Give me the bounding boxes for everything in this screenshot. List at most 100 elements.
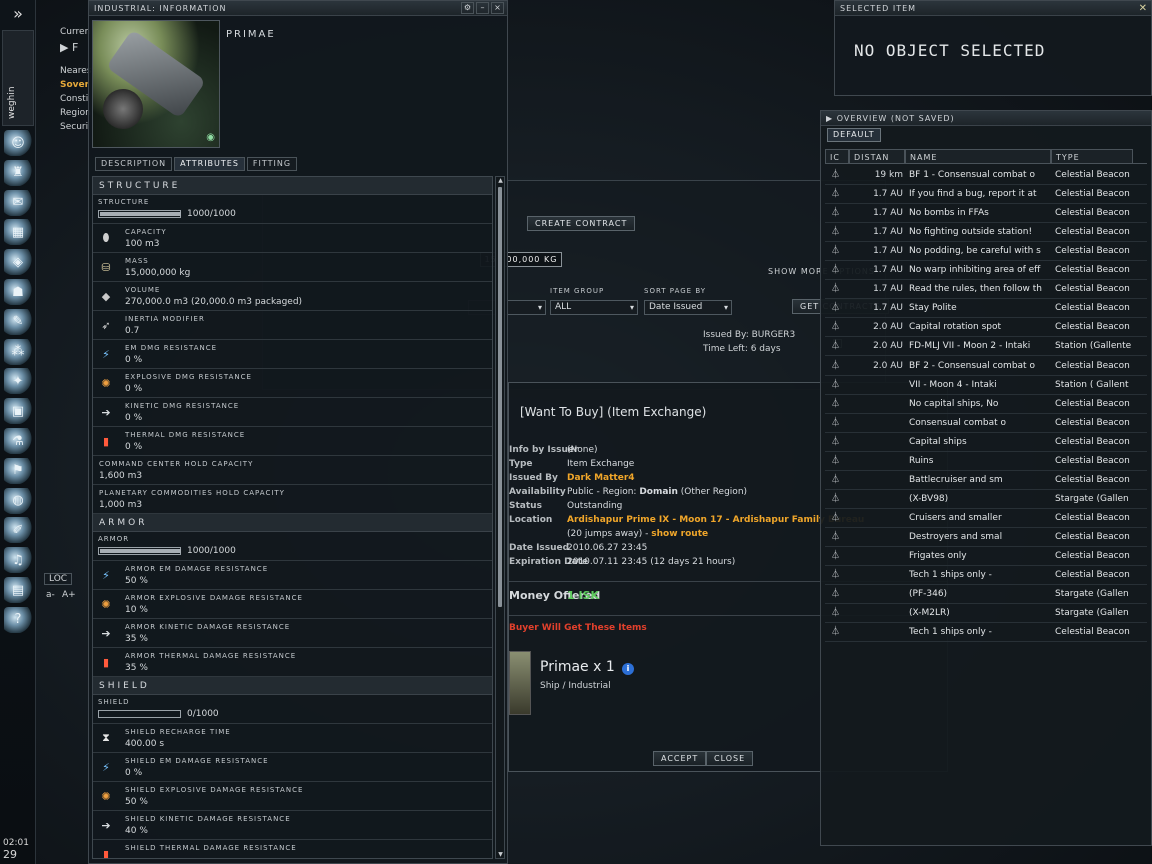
tab-attributes[interactable]: ATTRIBUTES	[174, 157, 245, 171]
accept-button[interactable]: ACCEPT	[653, 751, 707, 766]
section-shield[interactable]: SHIELD	[93, 677, 492, 695]
scroll-up-icon[interactable]: ▲	[497, 177, 504, 184]
overview-row[interactable]: ⏃ 1.7 AU No bombs in FFAs Celestial Beacon	[825, 204, 1147, 224]
overview-row[interactable]: ⏃ 2.0 AU BF 2 - Consensual combat o Celesti…	[825, 357, 1147, 376]
scroll-thumb[interactable]	[498, 187, 502, 607]
inventory-icon[interactable]: ▣	[4, 398, 32, 425]
science-icon[interactable]: ⚗	[4, 428, 32, 454]
music-icon[interactable]: ♫	[4, 547, 32, 574]
pin-icon[interactable]: ✕	[1139, 3, 1147, 14]
overview-row[interactable]: ⏃ 1.7 AU No warp inhibiting area of eff Cel…	[825, 261, 1147, 281]
tab-fitting[interactable]: FITTING	[246, 157, 298, 171]
issued-by-link[interactable]: Dark Matter4	[567, 473, 635, 483]
overview-row[interactable]: ⏃ 2.0 AU FD-MLJ VII - Moon 2 - Intaki Stati…	[825, 337, 1147, 357]
overview-row[interactable]: ⏃ 1.7 AU Stay Polite Celestial Beacon	[825, 299, 1147, 319]
item-group-select[interactable]: ALL ▾	[550, 300, 638, 315]
overview-row[interactable]: ⏃ No capital ships, No Celestial Beacon	[825, 395, 1147, 414]
bg-loc-tab[interactable]: LOC	[44, 573, 73, 585]
attribute-row: ✺ EXPLOSIVE DMG RESISTANCE 0 %	[93, 369, 492, 398]
overview-row[interactable]: ⏃ Ruins Celestial Beacon	[825, 452, 1147, 471]
overview-name: Capital rotation spot	[909, 322, 1002, 333]
close-button[interactable]: CLOSE	[706, 751, 754, 766]
attribute-label: VOLUME	[125, 286, 161, 294]
overview-type: Celestial Beacon	[1055, 474, 1130, 485]
overview-row[interactable]: ⏃ 1.7 AU Read the rules, then follow th Cel…	[825, 280, 1147, 300]
overview-row[interactable]: ⏃ (X-BV98) Stargate (Gallen	[825, 490, 1147, 509]
calendar-icon[interactable]: ▦	[4, 219, 32, 246]
attribute-label: SHIELD THERMAL DAMAGE RESISTANCE	[125, 844, 297, 852]
column-name[interactable]: NAME	[905, 149, 1051, 164]
volume-icon: ◆	[101, 289, 111, 303]
settings-icon[interactable]: ⚙	[461, 2, 474, 14]
character-icon[interactable]: ☺	[4, 130, 32, 156]
view-in-3d-icon[interactable]: ◉	[206, 132, 215, 143]
beacon-icon: ⏃	[831, 531, 841, 542]
market-icon[interactable]: ☗	[4, 279, 32, 305]
scroll-down-icon[interactable]: ▼	[497, 851, 504, 858]
sort-select[interactable]: Date Issued ▾	[644, 300, 732, 315]
minimize-icon[interactable]: –	[476, 2, 489, 14]
expand-neocom-button[interactable]: »	[0, 0, 36, 28]
assets-icon[interactable]: ◈	[4, 249, 32, 276]
overview-row[interactable]: ⏃ Capital ships Celestial Beacon	[825, 433, 1147, 452]
bg-font-larger[interactable]: A+	[62, 590, 76, 600]
overview-row[interactable]: ⏃ 2.0 AU Capital rotation spot Celestial Be…	[825, 318, 1147, 338]
em-resist-icon: ⚡	[102, 347, 110, 361]
structure-hp-row: STRUCTURE 1000/1000	[93, 195, 492, 224]
overview-titlebar[interactable]: ▶ OVERVIEW (NOT SAVED)	[821, 111, 1151, 126]
attribute-row: ⚡ SHIELD EM DAMAGE RESISTANCE 0 %	[93, 753, 492, 782]
calculator-icon[interactable]: ▤	[4, 577, 32, 603]
overview-row[interactable]: ⏃ Tech 1 ships only - Celestial Beacon	[825, 623, 1147, 643]
explosive-resist-icon: ✺	[101, 597, 111, 611]
attribute-value: 35 %	[125, 634, 148, 644]
attribute-row: ⚡ ARMOR EM DAMAGE RESISTANCE 50 %	[93, 561, 492, 590]
overview-row[interactable]: ⏃ (PF-346) Stargate (Gallen	[825, 585, 1147, 605]
overview-header: IC DISTAN NAME TYPE	[825, 149, 1147, 164]
overview-row[interactable]: ⏃ Destroyers and smal Celestial Beacon	[825, 528, 1147, 547]
overview-row[interactable]: ⏃ 1.7 AU No fighting outside station! Celes…	[825, 223, 1147, 243]
sort-label: SORT PAGE BY	[644, 287, 707, 295]
character-portrait-tab[interactable]: weghin	[2, 30, 34, 126]
overview-type: Celestial Beacon	[1055, 322, 1130, 333]
column-distance[interactable]: DISTAN	[849, 149, 905, 164]
corporation-icon[interactable]: ⚑	[4, 457, 32, 484]
column-icon[interactable]: IC	[825, 149, 849, 164]
column-type[interactable]: TYPE	[1051, 149, 1133, 164]
overview-row[interactable]: ⏃ (X-M2LR) Stargate (Gallen	[825, 604, 1147, 624]
overview-row[interactable]: ⏃ Frigates only Celestial Beacon	[825, 547, 1147, 566]
overview-row[interactable]: ⏃ 1.7 AU No podding, be careful with s Cele…	[825, 242, 1147, 262]
create-contract-button[interactable]: CREATE CONTRACT	[527, 216, 636, 231]
help-icon[interactable]: ?	[4, 606, 32, 633]
starmap-icon[interactable]: ✦	[4, 368, 32, 395]
overview-row[interactable]: ⏃ 19 km BF 1 - Consensual combat o Celestia…	[825, 166, 1147, 185]
overview-row[interactable]: ⏃ Consensual combat o Celestial Beacon	[825, 414, 1147, 433]
notepad-icon[interactable]: ✐	[4, 517, 32, 544]
tab-description[interactable]: DESCRIPTION	[95, 157, 173, 171]
status-label: Status	[509, 501, 542, 511]
tab-default[interactable]: DEFAULT	[827, 128, 881, 142]
overview-row[interactable]: ⏃ Cruisers and smaller Celestial Beacon	[825, 509, 1147, 528]
info-window-titlebar[interactable]: INDUSTRIAL: INFORMATION	[89, 1, 507, 16]
overview-row[interactable]: ⏃ Battlecruiser and sm Celestial Beacon	[825, 471, 1147, 490]
info-icon[interactable]: i	[622, 663, 634, 675]
station-icon[interactable]: ◍	[4, 487, 32, 514]
mail-icon[interactable]: ✉	[4, 189, 32, 216]
close-icon[interactable]: ×	[491, 2, 504, 14]
selected-item-titlebar[interactable]: SELECTED ITEM	[835, 1, 1151, 16]
journal-icon[interactable]: ✎	[4, 308, 32, 335]
overview-row[interactable]: ⏃ VII - Moon 4 - Intaki Station ( Gallent	[825, 376, 1147, 395]
bg-nearest: Neares	[60, 66, 92, 76]
item-ship-icon[interactable]	[509, 651, 531, 715]
bg-font-smaller[interactable]: a-	[46, 590, 55, 600]
overview-row[interactable]: ⏃ 1.7 AU If you find a bug, report it at Ce…	[825, 185, 1147, 205]
people-icon[interactable]: ♜	[4, 159, 32, 186]
bg-security: Securi	[60, 122, 89, 132]
section-armor[interactable]: ARMOR	[93, 514, 492, 532]
attribute-row: ◆ VOLUME 270,000.0 m3 (20,000.0 m3 package…	[93, 282, 492, 311]
section-structure[interactable]: STRUCTURE	[93, 177, 492, 195]
show-route-link[interactable]: show route	[651, 529, 708, 539]
bg-constellation: Consti	[60, 94, 89, 104]
overview-row[interactable]: ⏃ Tech 1 ships only - Celestial Beacon	[825, 566, 1147, 586]
attributes-scrollbar[interactable]: ▲ ▼	[495, 176, 505, 859]
map-icon[interactable]: ⁂	[4, 338, 32, 365]
